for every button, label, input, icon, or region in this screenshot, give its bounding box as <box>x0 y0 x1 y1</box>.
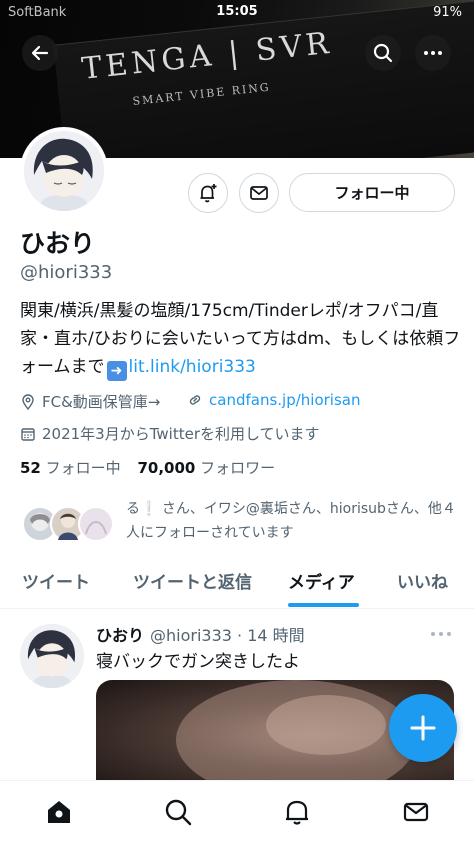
bio-link[interactable]: lit.link/hiori333 <box>129 357 256 377</box>
following-link[interactable]: 52 フォロー中 <box>20 459 121 477</box>
bell-plus-icon <box>200 184 217 203</box>
tweet-author-name[interactable]: ひおり <box>96 626 144 645</box>
tab-tweets[interactable]: ツイート <box>22 568 90 593</box>
search-icon <box>373 43 393 63</box>
tweet-more-icon[interactable] <box>430 630 452 638</box>
tab-likes[interactable]: いいね <box>397 568 448 593</box>
follow-counts: 52 フォロー中 70,000 フォロワー <box>20 457 275 478</box>
tweet-avatar[interactable] <box>20 624 84 688</box>
calendar-icon <box>21 427 35 441</box>
tweet-header: ひおり @hiori333 · 14 時間 <box>96 622 305 646</box>
following-button[interactable]: フォロー中 <box>289 173 455 212</box>
status-time: 15:05 <box>216 4 258 19</box>
compose-tweet-button[interactable] <box>389 694 457 762</box>
back-arrow-icon <box>31 45 49 61</box>
tab-media[interactable]: メディア <box>288 568 355 593</box>
joined-text: 2021年3月からTwitterを利用しています <box>42 425 320 443</box>
compose-plus-icon <box>410 715 436 741</box>
home-icon[interactable] <box>44 797 74 827</box>
mail-icon <box>250 186 268 200</box>
tab-tweets-and-replies[interactable]: ツイートと返信 <box>133 568 252 593</box>
explore-search-icon[interactable] <box>163 797 193 827</box>
notifications-icon[interactable] <box>282 797 312 827</box>
battery-percent: 91% <box>433 5 462 20</box>
bottom-navigation <box>0 780 474 844</box>
follower-avatar <box>78 506 114 542</box>
joined-row: 2021年3月からTwitterを利用しています <box>20 423 320 444</box>
status-bar: SoftBank 15:05 91% <box>0 0 474 26</box>
location-text: FC&動画保管庫→ <box>42 393 161 411</box>
battery-level: 91% <box>433 5 462 20</box>
message-button[interactable] <box>239 173 279 213</box>
active-tab-indicator <box>288 603 359 607</box>
known-followers-text: る❕ さん、イワシ@裏垢さん、hiorisubさん、他４人にフォローされています <box>126 501 456 541</box>
tweet-time: · 14 時間 <box>237 626 305 645</box>
search-button[interactable] <box>365 35 401 71</box>
following-label: フォロー中 <box>45 459 121 477</box>
tweet-text: 寝バックでガン突きしたよ <box>96 652 300 672</box>
back-button[interactable] <box>22 35 58 71</box>
link-icon <box>189 395 201 405</box>
profile-bio: 関東/横浜/黒髪の塩顔/175cm/Tinderレポ/オフパコ/直家・直ホ/ひお… <box>20 297 465 381</box>
notify-button[interactable] <box>188 173 228 213</box>
followers-link[interactable]: 70,000 フォロワー <box>137 459 275 477</box>
website-link[interactable]: candfans.jp/hiorisan <box>209 391 360 409</box>
arrow-right-emoji-icon: ➜ <box>106 361 127 381</box>
tweet-author-handle: @hiori333 <box>150 626 232 645</box>
website-row[interactable]: candfans.jp/hiorisan <box>187 391 360 409</box>
profile-tabs: ツイート ツイートと返信 メディア いいね <box>0 556 474 609</box>
location-row: FC&動画保管庫→ <box>20 391 160 412</box>
avatar-illustration <box>24 131 104 211</box>
profile-name: ひおり <box>20 229 96 258</box>
messages-icon[interactable] <box>401 797 431 827</box>
followers-label: フォロワー <box>200 459 276 477</box>
more-icon <box>424 51 442 55</box>
followers-count: 70,000 <box>137 459 196 477</box>
profile-avatar[interactable] <box>20 127 108 215</box>
more-button[interactable] <box>415 35 451 71</box>
tweet-avatar-illustration <box>20 624 84 688</box>
location-icon <box>22 393 34 410</box>
following-count: 52 <box>20 459 41 477</box>
profile-handle: @hiori333 <box>20 262 113 283</box>
